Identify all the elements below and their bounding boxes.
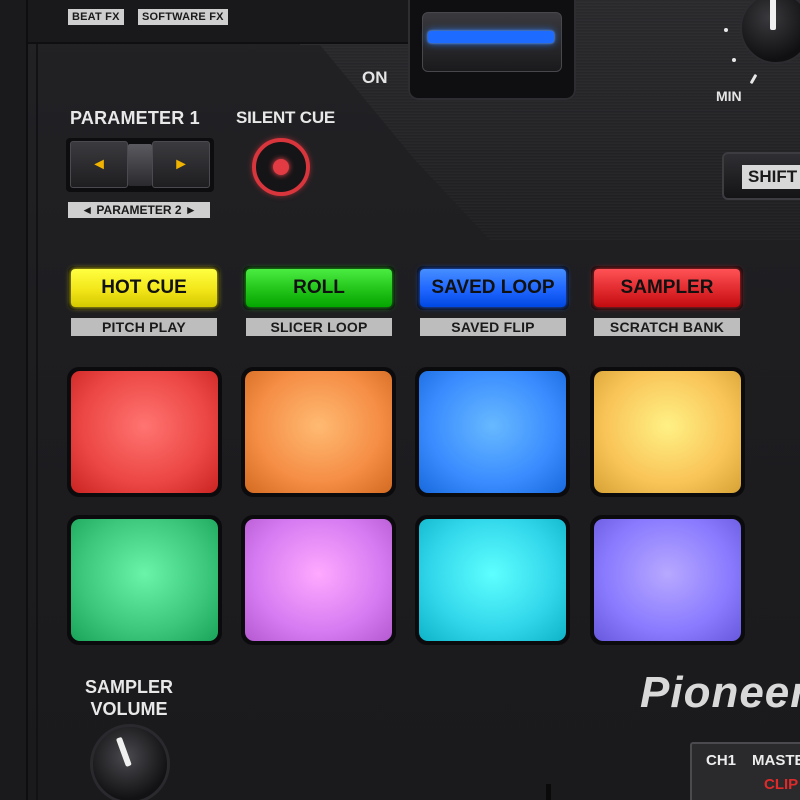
section-divider (36, 44, 38, 800)
parameter-2-label: ◄ PARAMETER 2 ► (68, 202, 210, 218)
sampler-volume-label: SAMPLER VOLUME (66, 676, 192, 720)
shift-label: SHIFT (742, 165, 800, 189)
roll-button[interactable]: ROLL (243, 266, 395, 310)
slicer-loop-label: SLICER LOOP (246, 318, 392, 336)
performance-pad-8[interactable] (590, 515, 745, 645)
performance-pad-6[interactable] (241, 515, 396, 645)
performance-pad-5[interactable] (67, 515, 222, 645)
channel-label: CH1 (706, 752, 737, 769)
on-label: ON (362, 68, 388, 87)
parameter-center-divider (128, 144, 152, 186)
saved-loop-face: SAVED LOOP (420, 269, 566, 307)
performance-pad-7[interactable] (415, 515, 570, 645)
hot-cue-face: HOT CUE (71, 269, 217, 307)
sampler-volume-line2: VOLUME (90, 699, 168, 719)
roll-label: ROLL (293, 277, 345, 298)
pad-surface (594, 519, 741, 641)
left-rail (0, 0, 28, 800)
silent-cue-label: SILENT CUE (236, 108, 336, 127)
pad-surface (245, 371, 392, 493)
pad-surface (71, 371, 218, 493)
software-fx-tag: SOFTWARE FX (138, 9, 228, 25)
sampler-button[interactable]: SAMPLER (591, 266, 743, 310)
pad-surface (71, 519, 218, 641)
arrow-left-icon: ◄ (91, 155, 107, 173)
top-knob-pointer (770, 0, 776, 30)
knob-scale-dot (732, 58, 736, 62)
min-label: MIN (716, 88, 742, 104)
hot-cue-button[interactable]: HOT CUE (68, 266, 220, 310)
saved-loop-button[interactable]: SAVED LOOP (417, 266, 569, 310)
knob-scale-dot (724, 28, 728, 32)
performance-pad-3[interactable] (415, 367, 570, 497)
performance-pad-1[interactable] (67, 367, 222, 497)
pad-surface (594, 371, 741, 493)
master-label: MASTER (752, 752, 800, 769)
beat-fx-tag: BEAT FX (68, 9, 124, 25)
pad-surface (419, 371, 566, 493)
parameter-right-button[interactable]: ► (152, 141, 210, 188)
arrow-right-icon: ► (173, 155, 189, 173)
brand-logo: Pioneer (640, 668, 800, 717)
silent-cue-led (273, 159, 289, 175)
sampler-label: SAMPLER (620, 277, 714, 298)
saved-loop-label: SAVED LOOP (431, 277, 555, 298)
performance-pad-2[interactable] (241, 367, 396, 497)
saved-flip-label: SAVED FLIP (420, 318, 566, 336)
performance-pad-4[interactable] (590, 367, 745, 497)
sampler-face: SAMPLER (594, 269, 740, 307)
parameter-left-button[interactable]: ◄ (70, 141, 128, 188)
small-indicator (546, 784, 551, 800)
pad-surface (419, 519, 566, 641)
clip-label: CLIP (764, 776, 799, 793)
scratch-bank-label: SCRATCH BANK (594, 318, 740, 336)
pad-surface (245, 519, 392, 641)
sampler-volume-line1: SAMPLER (84, 677, 173, 697)
roll-face: ROLL (246, 269, 392, 307)
parameter-1-label: PARAMETER 1 (70, 108, 200, 128)
hot-cue-label: HOT CUE (101, 277, 187, 298)
pitch-play-label: PITCH PLAY (71, 318, 217, 336)
fader-led (428, 31, 554, 43)
